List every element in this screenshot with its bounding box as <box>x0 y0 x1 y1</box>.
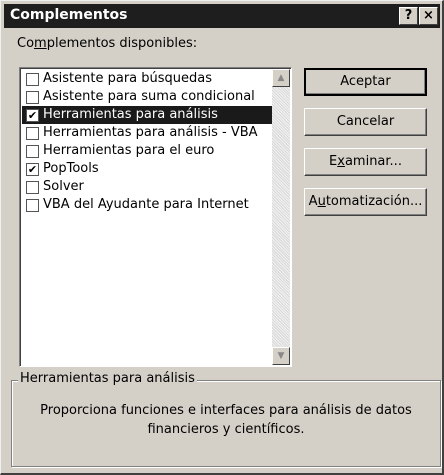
addin-label: Herramientas para análisis <box>43 107 218 122</box>
vertical-scrollbar[interactable]: ▲ ▼ <box>272 69 290 365</box>
addin-label: Herramientas para el euro <box>43 143 215 158</box>
addin-item[interactable]: Solver <box>22 178 273 196</box>
addin-checkbox[interactable] <box>26 145 39 158</box>
help-button[interactable]: ? <box>399 7 418 25</box>
addin-label: Asistente para búsquedas <box>43 71 213 86</box>
button-text: A <box>308 194 318 209</box>
addin-checkbox[interactable]: ✔ <box>26 163 39 176</box>
addin-label: VBA del Ayudante para Internet <box>43 197 249 212</box>
description-group: Herramientas para análisis Proporciona f… <box>11 371 441 467</box>
button-text: tomatización... <box>325 194 423 209</box>
button-text: aminar... <box>344 154 402 169</box>
addin-item[interactable]: VBA del Ayudante para Internet <box>22 196 273 214</box>
addin-checkbox[interactable]: ✔ <box>26 109 39 122</box>
button-accelerator: x <box>337 154 345 169</box>
scroll-up-button[interactable]: ▲ <box>272 69 290 87</box>
addins-listbox[interactable]: Asistente para búsquedas Asistente para s… <box>19 67 292 367</box>
label-accelerator: m <box>34 36 47 51</box>
window-title: Complementos <box>10 7 128 23</box>
addin-checkbox[interactable] <box>26 73 39 86</box>
addin-checkbox[interactable] <box>26 181 39 194</box>
label-part: plementos disponibles: <box>46 36 198 51</box>
addins-dialog: Complementos ? × Complementos disponible… <box>0 0 444 475</box>
addin-item[interactable]: ✔ PopTools <box>22 160 273 178</box>
addins-list: Asistente para búsquedas Asistente para s… <box>22 70 273 214</box>
addin-item[interactable]: Asistente para búsquedas <box>22 70 273 88</box>
description-title: Herramientas para análisis <box>18 371 197 386</box>
close-button[interactable]: × <box>419 7 438 25</box>
addin-item[interactable]: Herramientas para análisis - VBA <box>22 124 273 142</box>
addin-label: Herramientas para análisis - VBA <box>43 125 258 140</box>
addin-checkbox[interactable] <box>26 91 39 104</box>
addin-checkbox[interactable] <box>26 127 39 140</box>
label-part: Co <box>17 36 35 51</box>
addin-item[interactable]: ✔ Herramientas para análisis <box>22 106 273 124</box>
addin-checkbox[interactable] <box>26 199 39 212</box>
browse-button[interactable]: Examinar... <box>304 148 427 176</box>
title-bar: Complementos ? × <box>4 4 440 28</box>
description-line: Proporciona funciones e interfaces para … <box>40 403 412 418</box>
ok-button[interactable]: Aceptar <box>304 68 427 96</box>
description-line: financieros y científicos. <box>147 422 305 437</box>
available-addins-label: Complementos disponibles: <box>17 36 197 51</box>
addin-label: PopTools <box>43 161 99 176</box>
button-accelerator: u <box>317 194 326 209</box>
description-text: Proporciona funciones e interfaces para … <box>12 401 440 439</box>
automation-button[interactable]: Automatización... <box>304 188 427 216</box>
addin-label: Solver <box>43 179 84 194</box>
scroll-down-button[interactable]: ▼ <box>272 347 290 365</box>
cancel-button[interactable]: Cancelar <box>304 108 427 136</box>
addin-item[interactable]: Asistente para suma condicional <box>22 88 273 106</box>
addin-label: Asistente para suma condicional <box>43 89 255 104</box>
addin-item[interactable]: Herramientas para el euro <box>22 142 273 160</box>
